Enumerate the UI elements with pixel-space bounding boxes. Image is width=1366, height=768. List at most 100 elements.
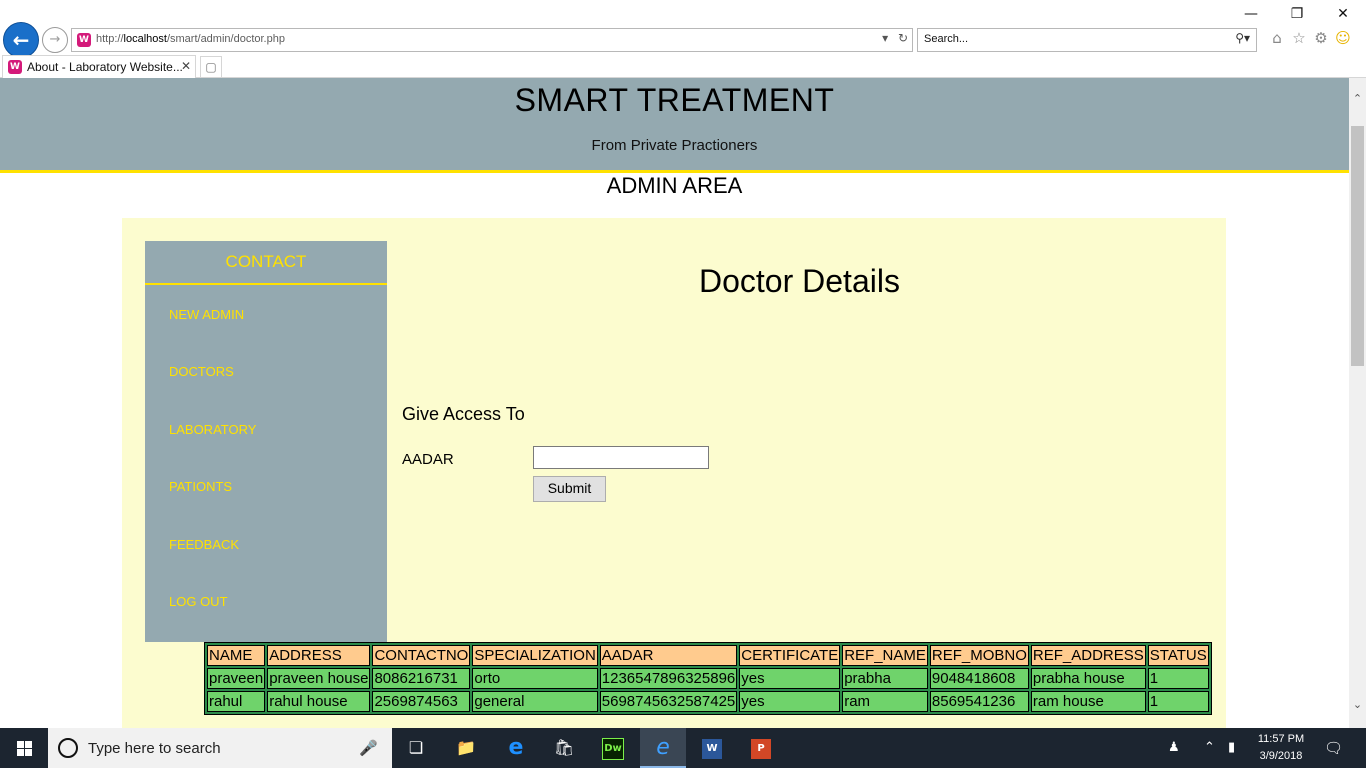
battery-icon[interactable]: ▮	[1228, 728, 1235, 768]
sidebar-heading-contact[interactable]: CONTACT	[145, 241, 387, 285]
edge-browser-icon[interactable]: e	[493, 728, 539, 768]
browser-search-box[interactable]: Search... ⚲▾	[917, 28, 1257, 52]
url-text[interactable]: http://localhost/smart/admin/doctor.php	[96, 33, 285, 45]
file-explorer-icon[interactable]: 📁	[443, 728, 489, 768]
give-access-heading: Give Access To	[402, 404, 525, 424]
taskbar-search[interactable]: Type here to search 🎤	[48, 728, 392, 768]
search-icon[interactable]: ⚲▾	[1235, 31, 1250, 45]
address-bar[interactable]: W http://localhost/smart/admin/doctor.ph…	[71, 28, 913, 52]
table-cell: general	[472, 691, 598, 712]
column-header: REF_ADDRESS	[1030, 645, 1146, 666]
close-icon[interactable]: ✕	[1320, 4, 1366, 24]
table-cell: prabha house	[1030, 668, 1146, 689]
table-cell: 8569541236	[929, 691, 1029, 712]
url-host: localhost	[123, 33, 167, 45]
people-icon[interactable]: ♟	[1168, 728, 1180, 768]
new-tab-icon[interactable]: ▢	[200, 56, 222, 78]
word-icon[interactable]: W	[689, 728, 735, 768]
scrollbar-thumb[interactable]	[1351, 126, 1364, 366]
column-header: CERTIFICATE	[739, 645, 841, 666]
table-cell: prabha	[842, 668, 928, 689]
cortana-circle-icon	[58, 738, 78, 758]
action-center-icon[interactable]: 🗨	[1324, 728, 1343, 768]
column-header: NAME	[207, 645, 266, 666]
arrow-left-icon: ←	[12, 28, 30, 52]
scroll-up-icon[interactable]: ⌃	[1349, 90, 1366, 107]
favorites-star-icon[interactable]: ☆	[1288, 29, 1310, 47]
submit-button[interactable]: Submit	[533, 476, 606, 502]
taskbar: Type here to search 🎤 ❏ 📁 e 🛍 Dw e W P ♟…	[0, 728, 1366, 768]
settings-gear-icon[interactable]: ⚙	[1310, 29, 1332, 47]
column-header: CONTACTNO	[372, 645, 471, 666]
sidebar-item-pationts[interactable]: PATIONTS	[169, 479, 232, 494]
page-title: Doctor Details	[699, 263, 900, 299]
aadar-input[interactable]	[533, 446, 709, 469]
table-cell: 1	[1147, 668, 1209, 689]
tab-close-icon[interactable]: ✕	[181, 59, 191, 73]
clock-time: 11:57 PM	[1257, 733, 1305, 745]
taskbar-search-placeholder: Type here to search	[88, 740, 221, 757]
sidebar-item-new-admin[interactable]: NEW ADMIN	[169, 307, 244, 322]
browser-chrome: — ❐ ✕ ← → W http://localhost/smart/admin…	[0, 0, 1366, 78]
sidebar-item-laboratory[interactable]: LABORATORY	[169, 422, 256, 437]
refresh-icon[interactable]: ↻	[898, 31, 908, 45]
table-cell: ram house	[1030, 691, 1146, 712]
sidebar-menu: CONTACT NEW ADMIN DOCTORS LABORATORY PAT…	[145, 241, 387, 642]
column-header: AADAR	[599, 645, 738, 666]
column-header: ADDRESS	[267, 645, 371, 666]
tab-favicon-icon: W	[8, 60, 22, 74]
table-cell: 9048418608	[929, 668, 1029, 689]
table-cell: rahul house	[267, 691, 371, 712]
doctor-table: NAME ADDRESS CONTACTNO SPECIALIZATION AA…	[204, 642, 1212, 715]
start-button[interactable]	[0, 728, 48, 768]
taskbar-clock[interactable]: 11:57 PM 3/9/2018	[1250, 731, 1312, 765]
table-cell: 1236547896325896	[599, 668, 738, 689]
table-cell: ram	[842, 691, 928, 712]
site-favicon-icon: W	[77, 33, 91, 47]
url-path: /smart/admin/doctor.php	[166, 33, 285, 45]
table-row: rahul rahul house 2569874563 general 569…	[207, 691, 1209, 712]
task-view-icon[interactable]: ❏	[393, 728, 439, 768]
table-cell: praveen	[207, 668, 266, 689]
aadar-label: AADAR	[402, 451, 454, 468]
table-cell: rahul	[207, 691, 266, 712]
site-header: SMART TREATMENT From Private Practioners	[0, 78, 1349, 173]
table-header-row: NAME ADDRESS CONTACTNO SPECIALIZATION AA…	[207, 645, 1209, 666]
table-cell: 5698745632587425	[599, 691, 738, 712]
url-prefix: http://	[96, 33, 124, 45]
site-title: SMART TREATMENT	[514, 82, 835, 118]
table-cell: orto	[472, 668, 598, 689]
restore-icon[interactable]: ❐	[1274, 4, 1320, 24]
table-cell: 1	[1147, 691, 1209, 712]
microphone-icon[interactable]: 🎤	[359, 739, 378, 757]
home-icon[interactable]: ⌂	[1266, 29, 1288, 47]
site-subtitle: From Private Practioners	[591, 137, 758, 154]
table-cell: 2569874563	[372, 691, 471, 712]
column-header: SPECIALIZATION	[472, 645, 598, 666]
table-cell: yes	[739, 668, 841, 689]
tab-bar: W About - Laboratory Website... ✕ ▢	[0, 55, 1366, 78]
column-header: STATUS	[1147, 645, 1209, 666]
sidebar-item-doctors[interactable]: DOCTORS	[169, 364, 234, 379]
sidebar-item-feedback[interactable]: FEEDBACK	[169, 537, 239, 552]
sidebar-item-log-out[interactable]: LOG OUT	[169, 594, 228, 609]
tab-active[interactable]: W About - Laboratory Website... ✕	[2, 55, 196, 78]
scroll-down-icon[interactable]: ⌄	[1349, 696, 1366, 713]
vertical-scrollbar[interactable]: ⌃ ⌄	[1349, 78, 1366, 728]
clock-date: 3/9/2018	[1259, 750, 1303, 762]
table-cell: 8086216731	[372, 668, 471, 689]
store-icon[interactable]: 🛍	[541, 728, 587, 768]
dreamweaver-icon[interactable]: Dw	[590, 728, 636, 768]
table-cell: praveen house	[267, 668, 371, 689]
minimize-icon[interactable]: —	[1228, 4, 1274, 24]
forward-button[interactable]: →	[42, 27, 68, 53]
admin-area-heading: ADMIN AREA	[606, 173, 743, 198]
dropdown-icon[interactable]: ▾	[882, 31, 888, 45]
powerpoint-icon[interactable]: P	[738, 728, 784, 768]
internet-explorer-icon[interactable]: e	[640, 728, 686, 768]
column-header: REF_MOBNO	[929, 645, 1029, 666]
tray-chevron-up-icon[interactable]: ⌃	[1204, 728, 1215, 768]
browser-toolbar: ⌂ ☆ ⚙ ☺	[1266, 29, 1354, 49]
back-button[interactable]: ←	[3, 22, 39, 58]
feedback-smiley-icon[interactable]: ☺	[1332, 29, 1354, 47]
